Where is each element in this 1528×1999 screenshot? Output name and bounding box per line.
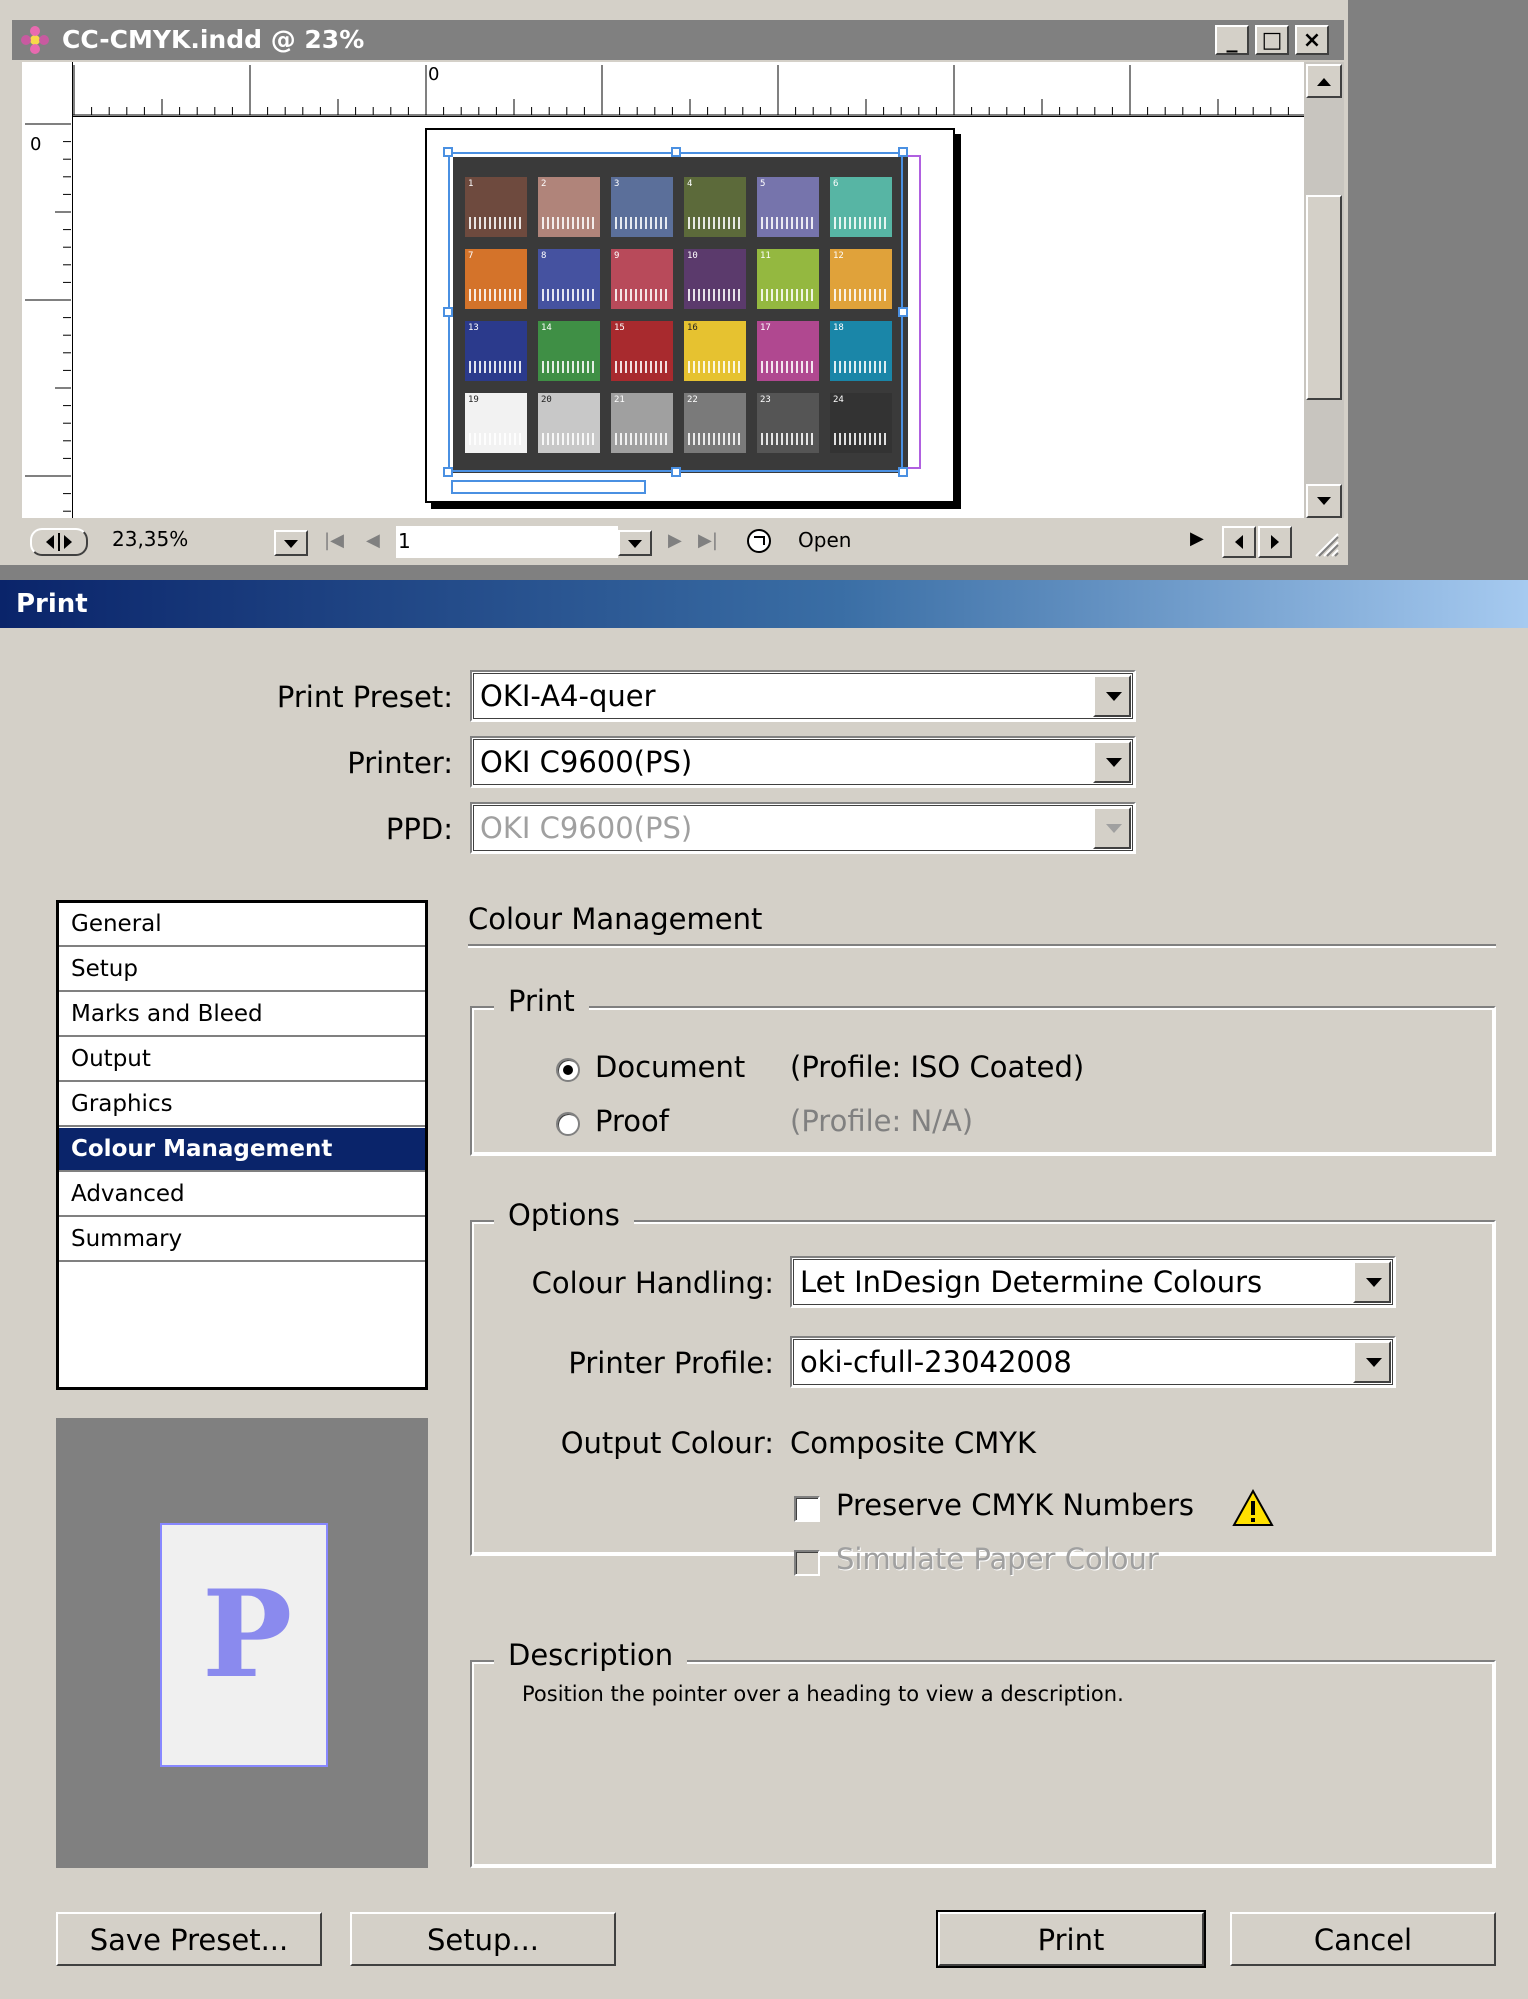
ppd-value: OKI C9600(PS): [480, 811, 693, 845]
resize-grip-icon[interactable]: [1308, 526, 1340, 558]
options-group-title: Options: [494, 1198, 634, 1232]
scroll-left-button[interactable]: [1222, 526, 1256, 558]
selection-handle[interactable]: [898, 147, 908, 157]
previous-page-icon[interactable]: ◀: [366, 530, 380, 551]
description-group-title: Description: [494, 1638, 688, 1672]
minimize-button[interactable]: _: [1215, 25, 1249, 55]
nav-item-marks-and-bleed[interactable]: Marks and Bleed: [59, 993, 425, 1037]
warning-icon[interactable]: [1232, 1488, 1274, 1528]
vertical-ruler: 0: [22, 62, 73, 518]
simulate-paper-label: Simulate Paper Colour: [836, 1542, 1159, 1576]
document-window: CC-CMYK.indd @ 23% _ □ × 0 0 1 2 3 4 5 6 7 8 9 10…: [0, 0, 1348, 565]
setup-button[interactable]: Setup...: [350, 1912, 616, 1966]
colour-handling-select[interactable]: Let InDesign Determine Colours: [790, 1256, 1396, 1308]
dialog-title-bar[interactable]: Print: [0, 580, 1528, 628]
printer-profile-value: oki-cfull-23042008: [800, 1345, 1072, 1379]
print-preset-value: OKI-A4-quer: [480, 679, 656, 713]
horizontal-ruler: 0: [72, 62, 1304, 117]
nav-item-setup[interactable]: Setup: [59, 948, 425, 992]
scroll-right-button[interactable]: [1258, 526, 1292, 558]
zoom-toggle-button[interactable]: [30, 528, 88, 556]
print-group-title: Print: [494, 984, 589, 1018]
next-page-icon[interactable]: ▶: [668, 530, 682, 551]
print-preset-select[interactable]: OKI-A4-quer: [470, 670, 1136, 722]
selection-handle[interactable]: [443, 467, 453, 477]
nav-item-summary[interactable]: Summary: [59, 1218, 425, 1262]
output-colour-label: Output Colour:: [560, 1426, 774, 1460]
page-dropdown-button[interactable]: [618, 530, 652, 556]
cancel-button[interactable]: Cancel: [1230, 1912, 1496, 1966]
document-title: CC-CMYK.indd @ 23%: [62, 25, 365, 54]
first-page-icon[interactable]: |◀: [324, 530, 344, 551]
chevron-down-icon[interactable]: [1093, 741, 1131, 783]
section-divider: [468, 944, 1496, 948]
selection-handle[interactable]: [671, 467, 681, 477]
print-button[interactable]: Print: [936, 1910, 1206, 1968]
chevron-down-icon: [1093, 807, 1131, 849]
output-colour-value: Composite CMYK: [790, 1426, 1036, 1460]
nav-item-general[interactable]: General: [59, 903, 425, 947]
nav-item-colour-management[interactable]: Colour Management: [59, 1128, 425, 1172]
ppd-select: OKI C9600(PS): [470, 802, 1136, 854]
selection-frame[interactable]: [448, 152, 903, 472]
document-state-label[interactable]: Open: [798, 528, 851, 552]
section-title: Colour Management: [468, 902, 763, 936]
chevron-down-icon[interactable]: [1093, 675, 1131, 717]
preview-letter: P: [202, 1564, 293, 1705]
nav-item-output[interactable]: Output: [59, 1038, 425, 1082]
simulate-paper-checkbox: [794, 1550, 820, 1576]
nav-item-graphics[interactable]: Graphics: [59, 1083, 425, 1127]
chevron-down-icon[interactable]: [1353, 1341, 1391, 1383]
selection-handle[interactable]: [898, 467, 908, 477]
preserve-cmyk-label[interactable]: Preserve CMYK Numbers: [836, 1488, 1194, 1522]
scroll-up-button[interactable]: [1306, 64, 1342, 98]
status-menu-arrow-icon[interactable]: ▶: [1190, 528, 1204, 549]
close-button[interactable]: ×: [1295, 25, 1329, 55]
selection-handle[interactable]: [671, 147, 681, 157]
ruler-zero-label: 0: [428, 64, 440, 85]
proof-radio-label[interactable]: Proof: [595, 1104, 669, 1138]
ruler-zero-label-v: 0: [30, 134, 42, 155]
document-profile-text: (Profile: ISO Coated): [790, 1050, 1085, 1084]
printer-profile-label: Printer Profile:: [568, 1346, 774, 1380]
chevron-down-icon[interactable]: [1353, 1261, 1391, 1303]
vertical-scroll-thumb[interactable]: [1306, 195, 1342, 400]
description-text: Position the pointer over a heading to v…: [522, 1682, 1124, 1706]
scroll-down-button[interactable]: [1306, 484, 1342, 518]
document-title-bar[interactable]: CC-CMYK.indd @ 23% _ □ ×: [12, 20, 1344, 60]
print-category-list[interactable]: General Setup Marks and Bleed Output Gra…: [56, 900, 428, 1390]
proof-radio[interactable]: [556, 1112, 580, 1136]
last-page-icon[interactable]: ▶|: [698, 530, 718, 551]
save-preset-button[interactable]: Save Preset...: [56, 1912, 322, 1966]
preview-page: P: [160, 1523, 328, 1767]
selection-handle[interactable]: [443, 307, 453, 317]
printer-label: Printer:: [347, 746, 453, 780]
proof-profile-text: (Profile: N/A): [790, 1104, 974, 1138]
ppd-label: PPD:: [385, 812, 453, 846]
nav-item-advanced[interactable]: Advanced: [59, 1173, 425, 1217]
print-preset-label: Print Preset:: [276, 680, 453, 714]
selection-handle[interactable]: [898, 307, 908, 317]
selection-handle[interactable]: [443, 147, 453, 157]
document-radio-label[interactable]: Document: [595, 1050, 745, 1084]
indesign-flower-icon: [20, 26, 50, 54]
printer-select[interactable]: OKI C9600(PS): [470, 736, 1136, 788]
maximize-button[interactable]: □: [1255, 25, 1289, 55]
colour-handling-value: Let InDesign Determine Colours: [800, 1265, 1263, 1299]
zoom-dropdown-button[interactable]: [274, 530, 308, 556]
zoom-level-field[interactable]: 23,35%: [110, 526, 270, 558]
version-cue-icon[interactable]: [746, 528, 772, 554]
text-frame[interactable]: [451, 480, 646, 494]
colour-handling-label: Colour Handling:: [531, 1266, 774, 1300]
document-radio[interactable]: [556, 1058, 580, 1082]
printer-profile-select[interactable]: oki-cfull-23042008: [790, 1336, 1396, 1388]
document-status-bar: 23,35% |◀ ◀ 1 ▶ ▶| Open ▶: [12, 520, 1344, 562]
print-dialog: Print Print Preset: OKI-A4-quer Printer:…: [0, 580, 1528, 1999]
printer-value: OKI C9600(PS): [480, 745, 693, 779]
page-number-field[interactable]: 1: [396, 526, 618, 558]
preserve-cmyk-checkbox[interactable]: [794, 1496, 820, 1522]
